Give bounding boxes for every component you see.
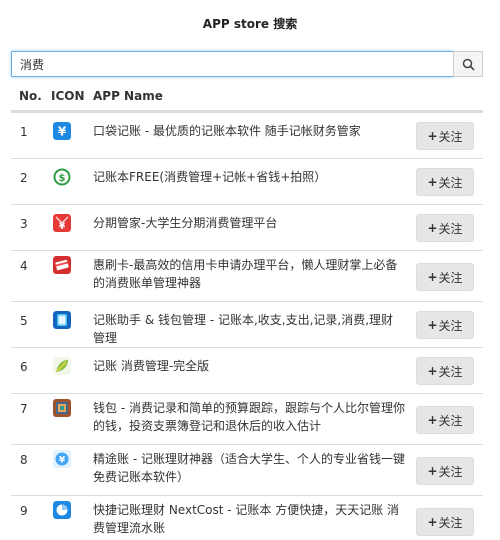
plus-icon: + <box>427 515 438 529</box>
row-number: 3 <box>20 217 28 231</box>
svg-text:$: $ <box>59 173 66 184</box>
plus-icon: + <box>427 221 438 235</box>
app-name-link[interactable]: 记账助手 & 钱包管理 - 记账本,收支,支出,记录,消费,理财管理 <box>93 311 405 347</box>
follow-button[interactable]: + 关注 <box>416 168 474 196</box>
follow-label: 关注 <box>438 175 463 190</box>
follow-button[interactable]: + 关注 <box>416 357 474 385</box>
follow-label: 关注 <box>438 515 463 530</box>
app-name-link[interactable]: 钱包 - 消费记录和简单的预算跟踪，跟踪与个人比尔管理你的钱，投资支票簿登记和退… <box>93 399 405 435</box>
wallet-icon <box>53 311 71 329</box>
row-number: 9 <box>20 504 28 518</box>
app-name-link[interactable]: 惠刷卡-最高效的信用卡申请办理平台，懒人理财掌上必备的消费账单管理神器 <box>93 256 405 292</box>
yen-icon: ¥ <box>53 122 71 140</box>
table-row: 9 快捷记账理财 NextCost - 记账本 方便快捷，天天记账 消费管理流水账… <box>11 495 483 540</box>
follow-label: 关注 <box>438 318 463 333</box>
row-number: 1 <box>20 125 28 139</box>
search-bar <box>11 51 483 77</box>
follow-label: 关注 <box>438 129 463 144</box>
svg-text:¥: ¥ <box>58 125 67 139</box>
table-row: 1 ¥ 口袋记账 - 最优质的记账本软件 随手记帐财务管家 + 关注 <box>11 112 483 158</box>
app-name-link[interactable]: 口袋记账 - 最优质的记账本软件 随手记帐财务管家 <box>93 122 405 140</box>
row-number: 8 <box>20 453 28 467</box>
page-title: APP store 搜索 <box>202 17 298 31</box>
follow-button[interactable]: + 关注 <box>416 214 474 242</box>
credit-card-icon <box>53 256 71 274</box>
header-no: No. <box>19 89 42 103</box>
header-app-name: APP Name <box>93 89 163 103</box>
plus-icon: + <box>427 318 438 332</box>
table-header: No. ICON APP Name <box>11 86 483 112</box>
follow-button[interactable]: + 关注 <box>416 311 474 339</box>
follow-label: 关注 <box>438 464 463 479</box>
table-row: 3 ¥ 分期管家-大学生分期消费管理平台 + 关注 <box>11 204 483 250</box>
row-number: 5 <box>20 314 28 328</box>
search-icon <box>462 58 475 71</box>
search-input[interactable] <box>11 51 453 77</box>
row-number: 2 <box>20 171 28 185</box>
follow-label: 关注 <box>438 364 463 379</box>
plus-icon: + <box>427 129 438 143</box>
dollar-coin-icon: $ <box>53 168 71 186</box>
svg-text:¥: ¥ <box>59 456 66 466</box>
plus-icon: + <box>427 464 438 478</box>
yen-badge-icon: ¥ <box>53 214 71 232</box>
follow-button[interactable]: + 关注 <box>416 122 474 150</box>
plus-icon: + <box>427 270 438 284</box>
pie-chart-icon <box>53 501 71 519</box>
follow-button[interactable]: + 关注 <box>416 457 474 485</box>
plus-icon: + <box>427 364 438 378</box>
svg-text:¥: ¥ <box>59 222 66 232</box>
follow-label: 关注 <box>438 413 463 428</box>
app-name-link[interactable]: 记账本FREE(消费管理+记帐+省钱+拍照） <box>93 168 405 186</box>
app-list: 1 ¥ 口袋记账 - 最优质的记账本软件 随手记帐财务管家 + 关注 2 $ 记账本FREE(… <box>11 112 483 540</box>
app-name-link[interactable]: 分期管家-大学生分期消费管理平台 <box>93 214 405 232</box>
book-icon <box>53 399 71 417</box>
table-row: 5 记账助手 & 钱包管理 - 记账本,收支,支出,记录,消费,理财管理 + 关注 <box>11 301 483 347</box>
app-name-link[interactable]: 快捷记账理财 NextCost - 记账本 方便快捷，天天记账 消费管理流水账 <box>93 501 405 537</box>
follow-button[interactable]: + 关注 <box>416 508 474 536</box>
app-name-link[interactable]: 精途账 - 记账理财神器（适合大学生、个人的专业省钱一键免费记账本软件） <box>93 450 405 486</box>
follow-button[interactable]: + 关注 <box>416 406 474 434</box>
plus-icon: + <box>427 413 438 427</box>
table-row: 4 惠刷卡-最高效的信用卡申请办理平台，懒人理财掌上必备的消费账单管理神器 + 关注 <box>11 250 483 301</box>
follow-label: 关注 <box>438 221 463 236</box>
header-icon: ICON <box>51 89 85 103</box>
coin-circle-icon: ¥ <box>53 450 71 468</box>
follow-button[interactable]: + 关注 <box>416 263 474 291</box>
table-row: 8 ¥ 精途账 - 记账理财神器（适合大学生、个人的专业省钱一键免费记账本软件） + 关… <box>11 444 483 495</box>
search-button[interactable] <box>453 51 483 77</box>
table-row: 6 记账 消费管理-完全版 + 关注 <box>11 347 483 393</box>
row-number: 4 <box>20 259 28 273</box>
table-row: 2 $ 记账本FREE(消费管理+记帐+省钱+拍照） + 关注 <box>11 158 483 204</box>
app-name-link[interactable]: 记账 消费管理-完全版 <box>93 357 405 375</box>
row-number: 6 <box>20 360 28 374</box>
row-number: 7 <box>20 402 28 416</box>
leaf-icon <box>53 357 71 375</box>
plus-icon: + <box>427 175 438 189</box>
table-row: 7 钱包 - 消费记录和简单的预算跟踪，跟踪与个人比尔管理你的钱，投资支票簿登记和… <box>11 393 483 444</box>
follow-label: 关注 <box>438 270 463 285</box>
